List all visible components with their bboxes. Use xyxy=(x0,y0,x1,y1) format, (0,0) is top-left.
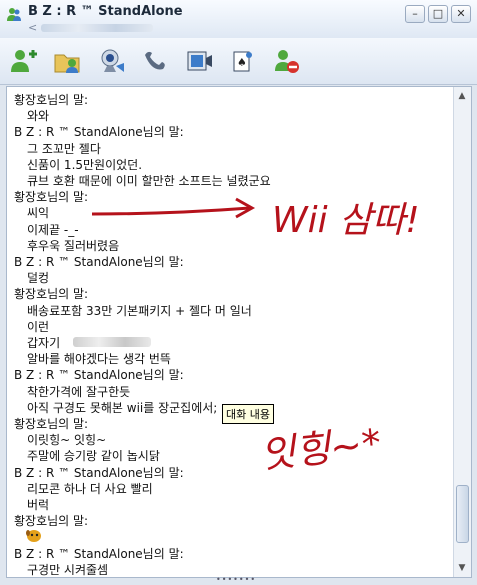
video-icon[interactable] xyxy=(184,46,214,76)
message-line: 아직 구경도 못해본 wii를 장군집에서; xyxy=(27,400,218,415)
scroll-down-icon[interactable]: ▼ xyxy=(457,563,467,573)
send-file-icon[interactable] xyxy=(52,46,82,76)
message-line: 와와 xyxy=(27,109,50,124)
message-line: 갑자기 xyxy=(27,336,61,350)
message-line: 구경만 시켜줄셈 xyxy=(27,562,109,577)
close-button[interactable]: ✕ xyxy=(451,5,471,23)
message-line: 이제끝 -_- xyxy=(27,222,79,237)
conversation-panel: 황장호님의 말: 와와 B Z : R ™ StandAlone님의 말: 그 조꼬만… xyxy=(6,86,472,578)
sender-line: B Z : R ™ StandAlone님의 말: xyxy=(14,465,184,480)
invite-contact-icon[interactable] xyxy=(8,46,38,76)
vertical-scrollbar[interactable]: ▲ ▼ xyxy=(453,87,471,577)
message-line: 리모콘 하나 더 사요 빨리 xyxy=(27,481,153,496)
message-line: 씨익 xyxy=(27,206,50,221)
webcam-icon[interactable] xyxy=(96,46,126,76)
svg-text:♠: ♠ xyxy=(237,56,247,69)
message-line: 신품이 1.5만원이었던. xyxy=(27,157,143,172)
sender-line: 황장호님의 말: xyxy=(14,514,89,529)
voice-call-icon[interactable] xyxy=(140,46,170,76)
messenger-icon xyxy=(7,8,21,21)
minimize-button[interactable]: – xyxy=(405,5,425,23)
conversation-log[interactable]: 황장호님의 말: 와와 B Z : R ™ StandAlone님의 말: 그 조꼬만… xyxy=(7,87,453,577)
sender-line: B Z : R ™ StandAlone님의 말: xyxy=(14,125,184,140)
message-line: 후우욱 질러버렸음 xyxy=(27,238,120,253)
sender-line: 황장호님의 말: xyxy=(14,93,89,107)
toolbar: ♠ xyxy=(0,38,477,85)
message-line: 주말에 승기랑 같이 놉시닭 xyxy=(27,449,160,464)
sender-line: 황장호님의 말: xyxy=(14,190,89,205)
block-contact-icon[interactable] xyxy=(272,46,302,76)
sender-line: B Z : R ™ StandAlone님의 말: xyxy=(14,255,184,269)
window-title: B Z : R ™ StandAlone xyxy=(28,4,183,19)
message-line: 이런 xyxy=(27,319,50,334)
title-bar: B Z : R ™ StandAlone < – □ ✕ xyxy=(0,0,477,39)
message-line: 그 조꼬만 젤다 xyxy=(27,141,101,156)
sender-line: 황장호님의 말: xyxy=(14,417,89,431)
window-subtitle: < xyxy=(28,21,154,34)
blurred-text xyxy=(73,337,151,347)
message-line: 착한가격에 잘구한듯 xyxy=(27,384,131,399)
scroll-up-icon[interactable]: ▲ xyxy=(457,91,467,101)
subtitle-text: < xyxy=(28,21,38,34)
message-line: 이릿힝~ 잇힝~ xyxy=(27,433,107,448)
maximize-button[interactable]: □ xyxy=(428,5,448,23)
message-line: 버럭 xyxy=(27,498,50,512)
message-line: 큐브 호환 때문에 이미 할만한 소프트는 널렸군요 xyxy=(27,174,271,188)
message-line: 배송료포함 33만 기본패키지 + 젤다 머 일너 xyxy=(27,303,252,318)
games-icon[interactable]: ♠ xyxy=(228,46,258,76)
tooltip: 대화 내용 xyxy=(222,404,274,424)
scroll-thumb[interactable] xyxy=(456,485,469,543)
dog-emoticon-icon xyxy=(25,528,43,543)
blurred-email xyxy=(41,24,154,32)
sender-line: B Z : R ™ StandAlone님의 말: xyxy=(14,546,184,561)
resize-grip[interactable]: ••••••• xyxy=(216,576,255,584)
message-line: 덜컹 xyxy=(27,271,50,286)
message-line: 알바를 해야겠다는 생각 번뜩 xyxy=(27,352,171,367)
sender-line: 황장호님의 말: xyxy=(14,287,89,302)
sender-line: B Z : R ™ StandAlone님의 말: xyxy=(14,368,184,383)
